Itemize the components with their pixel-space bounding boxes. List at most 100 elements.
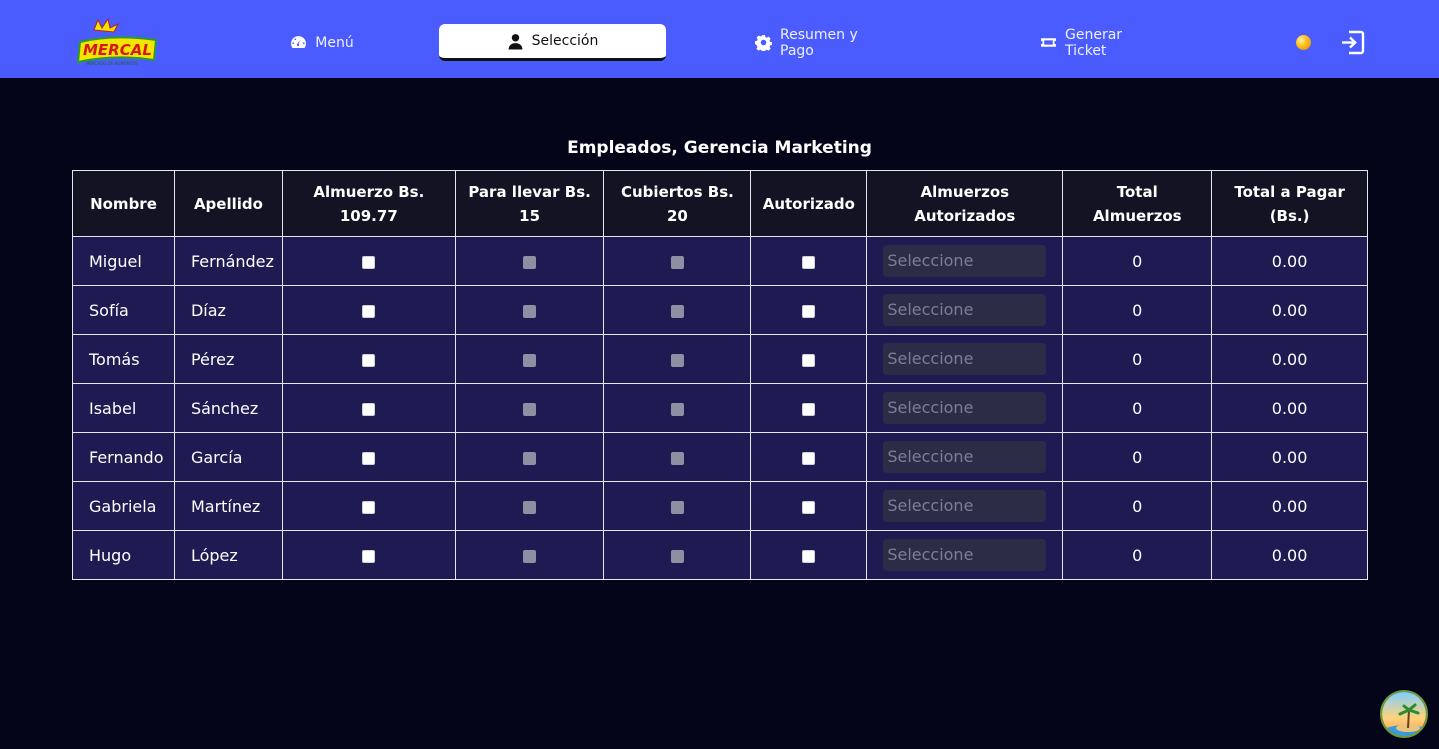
cubiertos-checkbox[interactable] (670, 451, 684, 465)
header-almuerzos-autorizados: Almuerzos Autorizados (866, 170, 1064, 237)
cell-apellido: Díaz (173, 285, 283, 335)
cell-autorizado (750, 481, 868, 531)
almuerzo-checkbox[interactable] (362, 451, 376, 465)
cubiertos-checkbox[interactable] (670, 500, 684, 514)
employees-table: Nombre Apellido Almuerzo Bs. 109.77 Para … (72, 170, 1368, 580)
theme-toggle[interactable] (1296, 35, 1311, 50)
header-total-pagar: Total a Pagar (Bs.) (1211, 170, 1368, 237)
nav-seleccion[interactable]: Selección (439, 24, 666, 61)
header-nombre: Nombre (72, 170, 175, 237)
cell-almuerzos-autorizados: Seleccione (866, 481, 1064, 531)
cell-autorizado (750, 383, 868, 433)
almuerzos-autorizados-select[interactable]: Seleccione (883, 441, 1047, 473)
cell-almuerzos-autorizados: Seleccione (866, 285, 1064, 335)
gear-icon (755, 35, 772, 51)
para-llevar-checkbox[interactable] (523, 549, 537, 563)
table-row: Hugo López Seleccione 0 0.00 (72, 530, 1368, 580)
cell-apellido: Sánchez (173, 383, 283, 433)
header-total-almuerzos: Total Almuerzos (1062, 170, 1213, 237)
almuerzo-checkbox[interactable] (362, 304, 376, 318)
cell-cubiertos (603, 334, 752, 384)
autorizado-checkbox[interactable] (802, 304, 816, 318)
cell-para-llevar (454, 383, 605, 433)
cell-total-pagar: 0.00 (1211, 383, 1368, 433)
cell-total-almuerzos: 0 (1062, 334, 1213, 384)
almuerzo-checkbox[interactable] (362, 500, 376, 514)
cell-almuerzos-autorizados: Seleccione (866, 432, 1064, 482)
nav-resumen-pago[interactable]: Resumen y Pago (755, 24, 885, 61)
cell-autorizado (750, 334, 868, 384)
cubiertos-checkbox[interactable] (670, 304, 684, 318)
almuerzo-checkbox[interactable] (362, 402, 376, 416)
top-navbar: MERCAL MERCADO DE ALIMENTOS Menú Selecci… (0, 0, 1439, 78)
cubiertos-checkbox[interactable] (670, 549, 684, 563)
beach-icon (1382, 692, 1426, 736)
cell-almuerzo (281, 530, 456, 580)
logout-icon[interactable] (1339, 29, 1366, 56)
para-llevar-checkbox[interactable] (523, 500, 537, 514)
cell-total-pagar: 0.00 (1211, 432, 1368, 482)
cell-total-pagar: 0.00 (1211, 334, 1368, 384)
cell-para-llevar (454, 432, 605, 482)
almuerzos-autorizados-select[interactable]: Seleccione (883, 343, 1047, 375)
para-llevar-checkbox[interactable] (523, 402, 537, 416)
almuerzos-autorizados-select[interactable]: Seleccione (883, 539, 1047, 571)
autorizado-checkbox[interactable] (802, 353, 816, 367)
cell-almuerzo (281, 236, 456, 286)
almuerzos-autorizados-select[interactable]: Seleccione (883, 490, 1047, 522)
page-title: Empleados, Gerencia Marketing (567, 138, 872, 158)
autorizado-checkbox[interactable] (802, 500, 816, 514)
cell-cubiertos (603, 432, 752, 482)
autorizado-checkbox[interactable] (802, 451, 816, 465)
gauge-icon (291, 36, 307, 49)
cell-cubiertos (603, 236, 752, 286)
almuerzo-checkbox[interactable] (362, 353, 376, 367)
cell-total-almuerzos: 0 (1062, 481, 1213, 531)
cell-almuerzo (281, 334, 456, 384)
cell-apellido: Fernández (173, 236, 283, 286)
cell-total-almuerzos: 0 (1062, 236, 1213, 286)
table-row: Gabriela Martínez Seleccione 0 0.00 (72, 481, 1368, 531)
table-row: Isabel Sánchez Seleccione 0 0.00 (72, 383, 1368, 433)
cell-total-pagar: 0.00 (1211, 530, 1368, 580)
cell-autorizado (750, 285, 868, 335)
table-row: Miguel Fernández Seleccione 0 0.00 (72, 236, 1368, 286)
cell-nombre: Miguel (72, 236, 175, 286)
header-apellido: Apellido (173, 170, 283, 237)
cell-total-pagar: 0.00 (1211, 481, 1368, 531)
cell-cubiertos (603, 481, 752, 531)
cell-nombre: Gabriela (72, 481, 175, 531)
table-row: Tomás Pérez Seleccione 0 0.00 (72, 334, 1368, 384)
svg-text:MERCADO DE ALIMENTOS: MERCADO DE ALIMENTOS (86, 61, 138, 66)
autorizado-checkbox[interactable] (802, 549, 816, 563)
almuerzos-autorizados-select[interactable]: Seleccione (883, 294, 1047, 326)
almuerzos-autorizados-select[interactable]: Seleccione (883, 392, 1047, 424)
assistant-avatar[interactable] (1380, 690, 1428, 738)
cubiertos-checkbox[interactable] (670, 255, 684, 269)
almuerzo-checkbox[interactable] (362, 549, 376, 563)
cell-cubiertos (603, 530, 752, 580)
cell-almuerzos-autorizados: Seleccione (866, 383, 1064, 433)
autorizado-checkbox[interactable] (802, 402, 816, 416)
nav-generar-ticket[interactable]: Generar Ticket (1040, 24, 1162, 61)
cubiertos-checkbox[interactable] (670, 353, 684, 367)
nav-menu[interactable]: Menú (286, 24, 358, 61)
mercal-logo[interactable]: MERCAL MERCADO DE ALIMENTOS (74, 16, 160, 68)
para-llevar-checkbox[interactable] (523, 451, 537, 465)
para-llevar-checkbox[interactable] (523, 304, 537, 318)
cell-nombre: Isabel (72, 383, 175, 433)
almuerzos-autorizados-select[interactable]: Seleccione (883, 245, 1047, 277)
almuerzo-checkbox[interactable] (362, 255, 376, 269)
cell-apellido: Martínez (173, 481, 283, 531)
autorizado-checkbox[interactable] (802, 255, 816, 269)
cell-nombre: Fernando (72, 432, 175, 482)
header-autorizado: Autorizado (750, 170, 868, 237)
para-llevar-checkbox[interactable] (523, 255, 537, 269)
cubiertos-checkbox[interactable] (670, 402, 684, 416)
cell-para-llevar (454, 236, 605, 286)
cell-para-llevar (454, 334, 605, 384)
cell-nombre: Tomás (72, 334, 175, 384)
cell-apellido: García (173, 432, 283, 482)
cell-nombre: Sofía (72, 285, 175, 335)
para-llevar-checkbox[interactable] (523, 353, 537, 367)
